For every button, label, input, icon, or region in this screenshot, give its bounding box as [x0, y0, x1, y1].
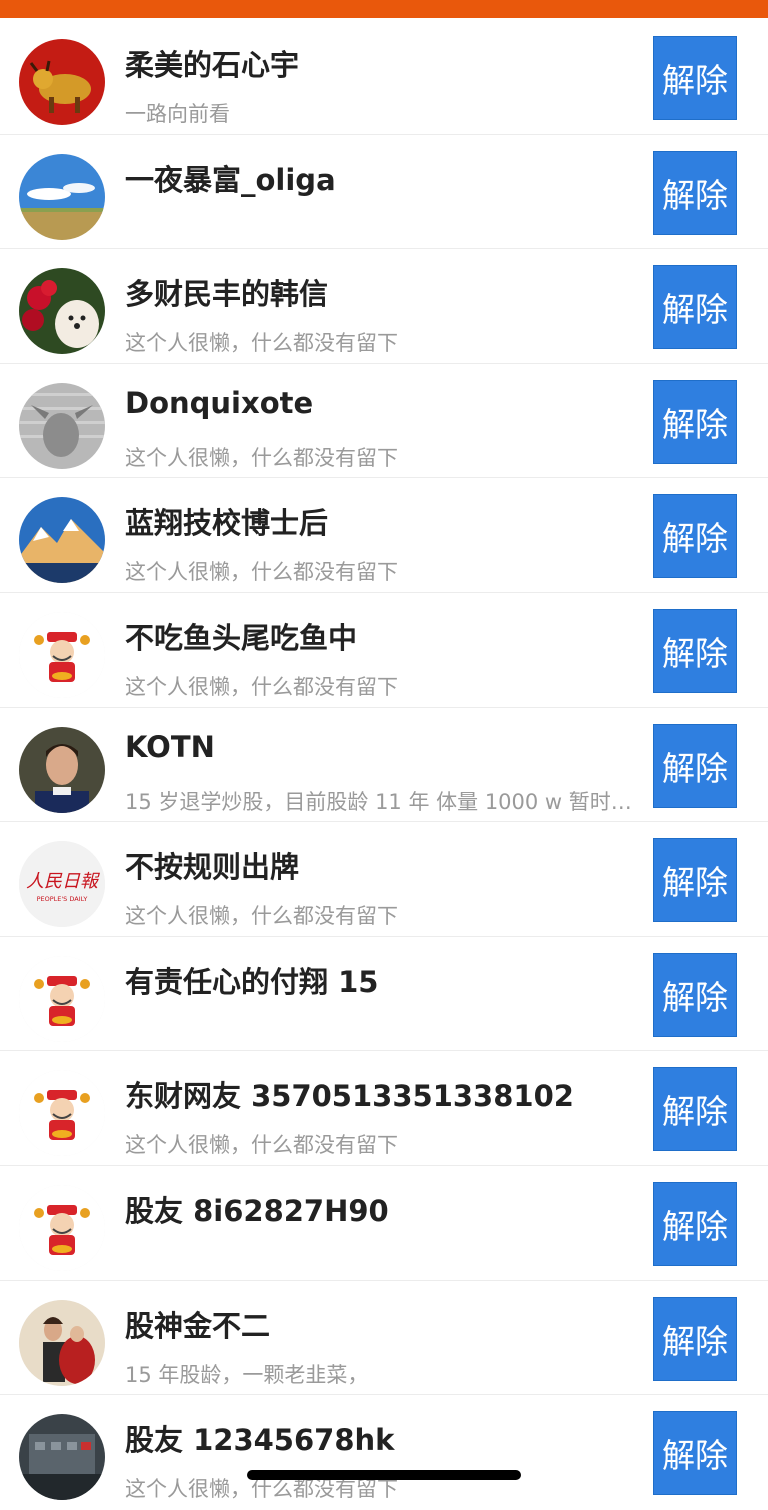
- avatar[interactable]: [19, 1414, 105, 1501]
- user-bio: 这个人很懒，什么都没有留下: [125, 445, 398, 470]
- avatar[interactable]: [19, 39, 105, 125]
- peoples-daily-logo-icon: 人民日報 PEOPLE'S DAILY: [19, 841, 105, 928]
- blocked-users-list: 柔美的石心宇 一路向前看 解除 一夜暴富_oliga 解除 多财民丰的韩信 这个…: [0, 20, 768, 1510]
- user-bio: 这个人很懒，什么都没有留下: [125, 904, 398, 929]
- user-name: 一夜暴富_oliga: [125, 162, 336, 197]
- user-bio: 15 年股龄，一颗老韭菜，: [125, 1362, 369, 1387]
- unblock-button[interactable]: 解除: [653, 1181, 737, 1266]
- user-name: 柔美的石心宇: [125, 48, 300, 82]
- list-item: 东财网友 3570513351338102 这个人很懒，什么都没有留下 解除: [0, 1051, 768, 1166]
- user-bio: 这个人很懒，什么都没有留下: [125, 331, 398, 356]
- top-status-bar: [0, 0, 768, 18]
- building-photo-icon: [19, 1414, 105, 1501]
- unblock-button[interactable]: 解除: [653, 36, 737, 120]
- unblock-button[interactable]: 解除: [653, 150, 737, 235]
- list-item: 一夜暴富_oliga 解除: [0, 135, 768, 250]
- avatar[interactable]: [19, 1299, 105, 1386]
- avatar[interactable]: 人民日報 PEOPLE'S DAILY: [19, 841, 105, 928]
- avatar[interactable]: [19, 497, 105, 584]
- list-item: 股友 12345678hk 这个人很懒，什么都没有留下 解除: [0, 1395, 768, 1510]
- list-item: 人民日報 PEOPLE'S DAILY 不按规则出牌 这个人很懒，什么都没有留下…: [0, 822, 768, 937]
- list-item: 多财民丰的韩信 这个人很懒，什么都没有留下 解除: [0, 249, 768, 364]
- avatar[interactable]: [19, 955, 105, 1042]
- unblock-button[interactable]: 解除: [653, 265, 737, 350]
- list-item: Donquixote 这个人很懒，什么都没有留下 解除: [0, 364, 768, 479]
- avatar[interactable]: [19, 268, 105, 355]
- bull-photo-icon: [19, 39, 105, 125]
- unblock-button[interactable]: 解除: [653, 1411, 737, 1496]
- user-name: 股友 8i62827H90: [125, 1193, 389, 1228]
- avatar[interactable]: [19, 1184, 105, 1271]
- avatar[interactable]: [19, 153, 105, 240]
- mountain-photo-icon: [19, 497, 105, 584]
- user-name: Donquixote: [125, 385, 314, 420]
- user-name: 股友 12345678hk: [125, 1423, 395, 1458]
- user-name: 多财民丰的韩信: [125, 277, 329, 312]
- list-item: KOTN 15 岁退学炒股，目前股龄 11 年 体量 1000 w 暂时… 解除: [0, 708, 768, 823]
- unblock-button[interactable]: 解除: [653, 838, 737, 923]
- list-item: 有责任心的付翔 15 解除: [0, 937, 768, 1052]
- list-item: 不吃鱼头尾吃鱼中 这个人很懒，什么都没有留下 解除: [0, 593, 768, 708]
- unblock-button[interactable]: 解除: [653, 1067, 737, 1152]
- unblock-button[interactable]: 解除: [653, 608, 737, 693]
- dog-with-roses-photo-icon: [19, 268, 105, 355]
- svg-text:PEOPLE'S DAILY: PEOPLE'S DAILY: [37, 895, 88, 903]
- painting-photo-icon: [19, 1299, 105, 1386]
- list-item: 股神金不二 15 年股龄，一颗老韭菜， 解除: [0, 1281, 768, 1396]
- list-item: 柔美的石心宇 一路向前看 解除: [0, 20, 768, 135]
- user-name: 蓝翔技校博士后: [125, 506, 329, 541]
- unblock-button[interactable]: 解除: [653, 1296, 737, 1381]
- user-name: 不吃鱼头尾吃鱼中: [125, 620, 358, 655]
- user-bio: 一路向前看: [125, 102, 230, 126]
- unblock-button[interactable]: 解除: [653, 952, 737, 1037]
- god-of-wealth-cartoon-icon: [19, 1184, 105, 1271]
- unblock-button[interactable]: 解除: [653, 723, 737, 808]
- avatar[interactable]: [19, 726, 105, 813]
- user-bio: 这个人很懒，什么都没有留下: [125, 674, 398, 699]
- list-item: 蓝翔技校博士后 这个人很懒，什么都没有留下 解除: [0, 478, 768, 593]
- sky-landscape-photo-icon: [19, 153, 105, 240]
- svg-text:人民日報: 人民日報: [26, 871, 100, 892]
- avatar[interactable]: [19, 611, 105, 698]
- user-name: 股神金不二: [125, 1308, 271, 1343]
- user-name: 不按规则出牌: [125, 850, 300, 885]
- unblock-button[interactable]: 解除: [653, 494, 737, 579]
- avatar[interactable]: [19, 1070, 105, 1157]
- god-of-wealth-cartoon-icon: [19, 611, 105, 698]
- gray-statue-photo-icon: [19, 382, 105, 469]
- list-item: 股友 8i62827H90 解除: [0, 1166, 768, 1281]
- user-bio: 这个人很懒，什么都没有留下: [125, 1133, 398, 1158]
- user-bio: 这个人很懒，什么都没有留下: [125, 560, 398, 585]
- user-name: KOTN: [125, 729, 215, 764]
- man-portrait-photo-icon: [19, 726, 105, 813]
- home-indicator[interactable]: [247, 1470, 521, 1480]
- user-bio: 15 岁退学炒股，目前股龄 11 年 体量 1000 w 暂时…: [125, 789, 632, 814]
- unblock-button[interactable]: 解除: [653, 379, 737, 464]
- user-name: 有责任心的付翔 15: [125, 964, 379, 999]
- god-of-wealth-cartoon-icon: [19, 955, 105, 1042]
- user-name: 东财网友 3570513351338102: [125, 1079, 574, 1114]
- avatar[interactable]: [19, 382, 105, 469]
- god-of-wealth-cartoon-icon: [19, 1070, 105, 1157]
